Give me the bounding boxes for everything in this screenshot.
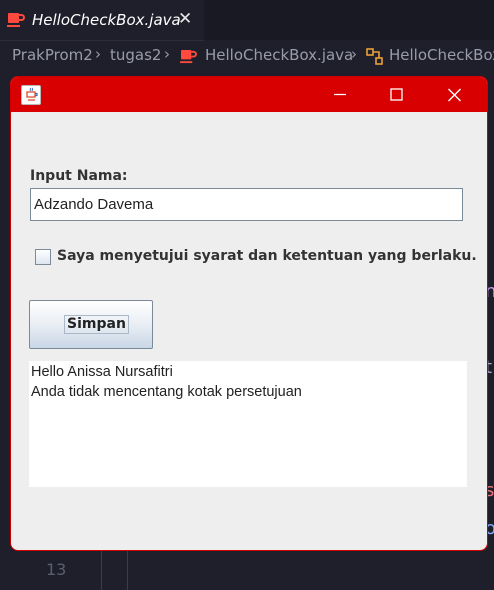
agreement-checkbox[interactable]: [35, 249, 51, 265]
output-line: Hello Anissa Nursafitri: [31, 364, 173, 380]
output-text-area[interactable]: Hello Anissa Nursafitri Anda tidak mence…: [29, 361, 467, 487]
chevron-right-icon: ›: [351, 45, 357, 63]
app-window: Input Nama: Adzando Davema Saya menyetuj…: [10, 76, 488, 551]
simpan-button[interactable]: Simpan: [29, 300, 153, 349]
indent-guide: [127, 548, 128, 590]
breadcrumb: PrakProm2 › tugas2 › HelloCheckBox.java …: [0, 42, 494, 72]
output-line: Anda tidak mencentang kotak persetujuan: [31, 384, 302, 400]
editor-tab-active[interactable]: HelloCheckBox.java ✕: [0, 0, 204, 41]
agreement-label[interactable]: Saya menyetujui syarat dan ketentuan yan…: [57, 248, 477, 264]
java-file-icon: [180, 49, 197, 68]
simpan-button-label: Simpan: [64, 315, 129, 334]
breadcrumb-item[interactable]: HelloCheckBox: [389, 46, 494, 64]
breadcrumb-item[interactable]: HelloCheckBox.java: [205, 46, 353, 64]
java-app-icon: [21, 85, 41, 105]
name-label: Input Nama:: [30, 168, 128, 184]
chevron-right-icon: ›: [95, 45, 101, 63]
breadcrumb-item[interactable]: PrakProm2: [12, 46, 93, 64]
close-tab-icon[interactable]: ✕: [178, 9, 192, 29]
tab-label: HelloCheckBox.java: [32, 11, 181, 29]
minimize-button[interactable]: [317, 77, 363, 112]
class-symbol-icon: [366, 48, 384, 69]
editor-tab-bar: HelloCheckBox.java ✕: [0, 0, 494, 41]
name-input[interactable]: Adzando Davema: [30, 188, 463, 221]
indent-guide: [101, 548, 102, 590]
breadcrumb-item[interactable]: tugas2: [110, 46, 161, 64]
java-file-icon: [7, 12, 25, 32]
window-titlebar[interactable]: [11, 77, 487, 112]
line-number: 13: [46, 560, 67, 579]
close-button[interactable]: [431, 77, 477, 112]
chevron-right-icon: ›: [164, 45, 170, 63]
maximize-button[interactable]: [373, 77, 419, 112]
